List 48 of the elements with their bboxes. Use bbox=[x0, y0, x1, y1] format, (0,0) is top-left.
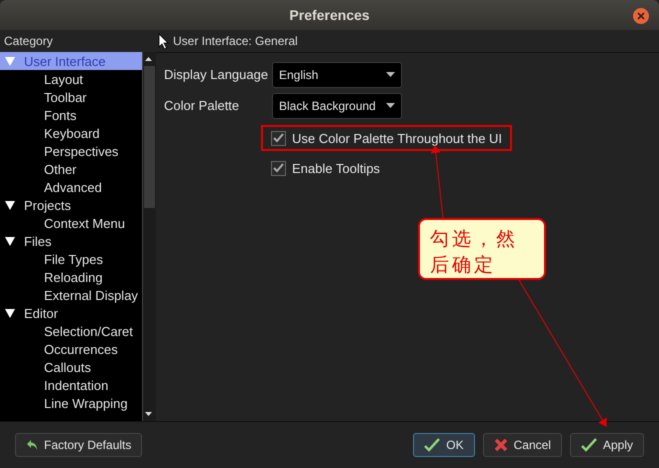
tree-item[interactable]: Callouts bbox=[0, 358, 142, 376]
category-header: Category bbox=[4, 34, 53, 48]
dropdown-caret-icon bbox=[386, 103, 395, 108]
field-label: Display Language bbox=[164, 67, 270, 82]
checkbox[interactable] bbox=[271, 130, 286, 146]
tree-item[interactable]: Editor bbox=[0, 304, 142, 322]
tree-item[interactable]: File Types bbox=[0, 250, 142, 268]
dialog-button[interactable]: OK bbox=[413, 433, 475, 457]
tree-item[interactable]: Advanced bbox=[0, 178, 142, 196]
tree-item[interactable]: Other bbox=[0, 160, 142, 178]
tree-item[interactable]: Files bbox=[0, 232, 142, 250]
dropdown[interactable]: English bbox=[272, 62, 402, 88]
dropdown-caret-icon bbox=[386, 72, 395, 77]
tree-item[interactable]: Fonts bbox=[0, 106, 142, 124]
checkmark-icon bbox=[424, 438, 440, 452]
undo-arrow-icon bbox=[26, 439, 38, 451]
tree-item[interactable]: Line Wrapping bbox=[0, 394, 142, 412]
dialog-button[interactable]: Factory Defaults bbox=[15, 433, 142, 457]
expander-icon[interactable] bbox=[4, 199, 16, 211]
dialog-button[interactable]: Apply bbox=[570, 433, 644, 457]
cursor-icon bbox=[158, 33, 169, 49]
tree-item[interactable]: Projects bbox=[0, 196, 142, 214]
checkmark-icon bbox=[580, 438, 597, 452]
close-icon bbox=[637, 12, 645, 20]
expander-icon[interactable] bbox=[4, 235, 16, 247]
field-label: Color Palette bbox=[164, 98, 240, 113]
tree-item[interactable]: External Display bbox=[0, 286, 142, 304]
tree-item[interactable]: Indentation bbox=[0, 376, 142, 394]
close-button[interactable] bbox=[633, 8, 649, 24]
tree-item[interactable]: Layout bbox=[0, 70, 142, 88]
tree-item[interactable]: Keyboard bbox=[0, 124, 142, 142]
dialog-button[interactable]: Cancel bbox=[482, 433, 562, 457]
dropdown[interactable]: Black Background bbox=[272, 92, 402, 118]
checkbox[interactable] bbox=[271, 160, 286, 176]
checkbox-label[interactable]: Use Color Palette Throughout the UI bbox=[292, 130, 502, 146]
checkbox-label[interactable]: Enable Tooltips bbox=[292, 160, 380, 176]
expander-icon[interactable] bbox=[4, 307, 16, 319]
tree-item[interactable]: Toolbar bbox=[0, 88, 142, 106]
tree-item[interactable]: Perspectives bbox=[0, 142, 142, 160]
tree-item[interactable]: Selection/Caret bbox=[0, 322, 142, 340]
tree-item[interactable]: Reloading bbox=[0, 268, 142, 286]
scrollbar[interactable] bbox=[142, 52, 156, 421]
tree-item[interactable]: Occurrences bbox=[0, 340, 142, 358]
window-title: Preferences bbox=[289, 7, 370, 23]
cross-icon bbox=[494, 438, 508, 452]
tree-item[interactable]: Context Menu bbox=[0, 214, 142, 232]
panel-title: User Interface: General bbox=[173, 34, 298, 48]
annotation-callout: 勾选，然后确定 bbox=[418, 218, 546, 280]
